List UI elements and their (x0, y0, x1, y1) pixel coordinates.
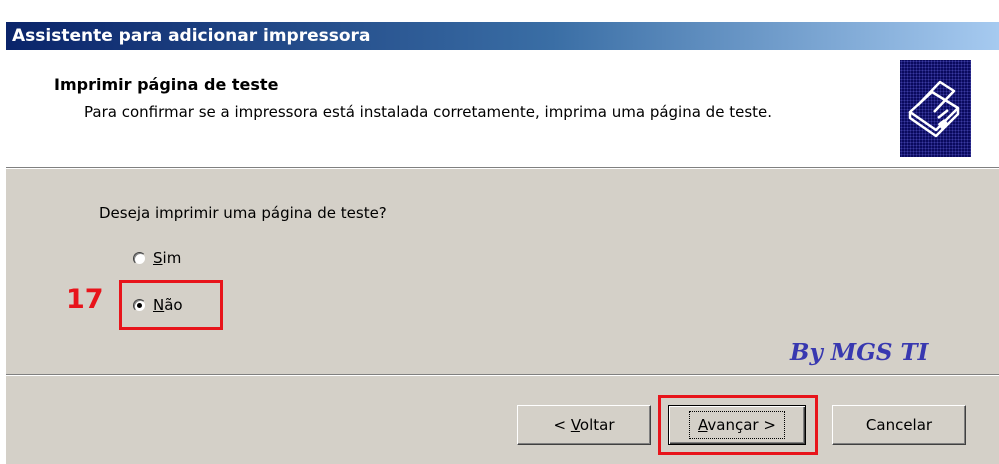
radio-label-nao: Não (153, 296, 183, 314)
back-button[interactable]: < Voltar (517, 405, 651, 445)
radio-option-nao[interactable]: Não (133, 295, 183, 315)
window-title: Assistente para adicionar impressora (6, 22, 999, 50)
next-button[interactable]: Avançar > (668, 405, 806, 445)
add-printer-wizard-window: Assistente para adicionar impressora Imp… (6, 22, 999, 464)
radio-button-sim[interactable] (133, 251, 146, 265)
radio-option-sim[interactable]: Sim (133, 248, 181, 268)
step-number-label: 17 (66, 284, 104, 315)
back-button-label: < Voltar (553, 416, 615, 434)
next-button-label: Avançar > (689, 411, 785, 439)
page-description: Para confirmar se a impressora está inst… (84, 103, 773, 121)
page-title: Imprimir página de teste (54, 75, 279, 94)
test-page-question: Deseja imprimir uma página de teste? (99, 204, 387, 222)
footer-divider (6, 374, 999, 376)
printer-icon (900, 60, 971, 157)
cancel-button[interactable]: Cancelar (832, 405, 966, 445)
wizard-header: Imprimir página de teste Para confirmar … (6, 50, 999, 168)
radio-button-nao[interactable] (133, 298, 146, 312)
watermark-text: By MGS TI (790, 339, 929, 366)
header-divider (6, 168, 999, 169)
radio-label-sim: Sim (153, 249, 182, 267)
